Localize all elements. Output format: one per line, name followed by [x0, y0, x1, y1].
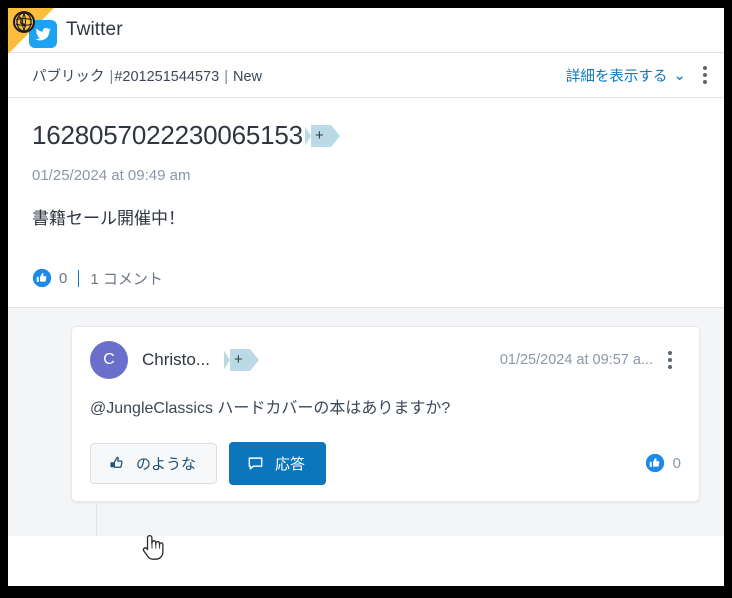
post-stats: 0 1 コメント [32, 268, 700, 289]
comment-like-count-group: 0 [645, 453, 681, 473]
stats-divider [78, 269, 80, 287]
post-section: 1628057022230065153 + 01/25/2024 at 09:4… [8, 98, 724, 307]
post-add-tag-badge[interactable]: + [303, 124, 340, 147]
avatar-initial: C [103, 350, 115, 368]
speech-bubble-icon [248, 457, 263, 470]
meta-separator-2: | [224, 68, 228, 85]
post-comment-count[interactable]: 1 コメント [90, 268, 163, 289]
reply-button-label: 応答 [275, 455, 306, 473]
page-title: 1628057022230065153 [32, 120, 303, 150]
thumbs-up-filled-icon[interactable] [32, 268, 52, 288]
comment-add-tag-badge[interactable]: + [223, 348, 259, 371]
globe-icon [13, 11, 35, 33]
post-add-tag-label: + [314, 127, 324, 144]
screenshot-frame: Twitter パブリック |#201251544573 | New 詳細を表示… [0, 0, 732, 598]
meta-separator-1: | [109, 68, 114, 85]
case-status: New [233, 68, 263, 85]
reply-button[interactable]: 応答 [229, 441, 327, 485]
app-title: Twitter [66, 19, 123, 40]
comment-card: C Christo... + 01/25/2024 at 09:57 a... … [71, 325, 700, 502]
chevron-double-down-icon[interactable]: ⌄ [673, 68, 686, 83]
app-header: Twitter [8, 8, 724, 54]
header-kebab-menu-icon[interactable] [694, 60, 716, 90]
post-title-row: 1628057022230065153 + [32, 120, 700, 151]
comments-bottom-spacer [71, 502, 700, 536]
comment-add-tag-label: + [234, 351, 243, 368]
comment-thumbs-up-filled-icon[interactable] [645, 453, 665, 473]
like-button[interactable]: のような [90, 442, 218, 484]
case-subheader: パブリック |#201251544573 | New 詳細を表示する ⌄ [8, 53, 724, 98]
subheader-actions: 詳細を表示する ⌄ [566, 60, 716, 90]
case-meta: パブリック |#201251544573 | New [32, 65, 262, 86]
thread-connector-line [96, 503, 97, 536]
comment-kebab-menu-icon[interactable] [659, 345, 681, 375]
post-timestamp: 01/25/2024 at 09:49 am [32, 167, 191, 184]
comment-timestamp: 01/25/2024 at 09:57 a... [499, 351, 653, 368]
comment-header: C Christo... + 01/25/2024 at 09:57 a... [90, 340, 681, 379]
comment-like-count: 0 [672, 454, 681, 472]
show-details-link[interactable]: 詳細を表示する [566, 65, 668, 86]
like-button-label: のような [136, 455, 197, 473]
case-id: #201251544573 [114, 68, 220, 85]
visibility-label: パブリック [32, 68, 105, 85]
post-like-count: 0 [59, 269, 68, 287]
app-window: Twitter パブリック |#201251544573 | New 詳細を表示… [8, 8, 724, 586]
comments-section: C Christo... + 01/25/2024 at 09:57 a... … [8, 306, 724, 536]
comment-body-text: @JungleClassics ハードカバーの本はありますか? [90, 399, 451, 417]
thumbs-up-outline-icon [110, 456, 123, 468]
avatar: C [90, 340, 128, 379]
comment-actions: のような 応答 0 [90, 441, 681, 485]
comment-author-name[interactable]: Christo... [142, 350, 210, 370]
post-body-text: 書籍セール開催中！ [32, 209, 185, 228]
